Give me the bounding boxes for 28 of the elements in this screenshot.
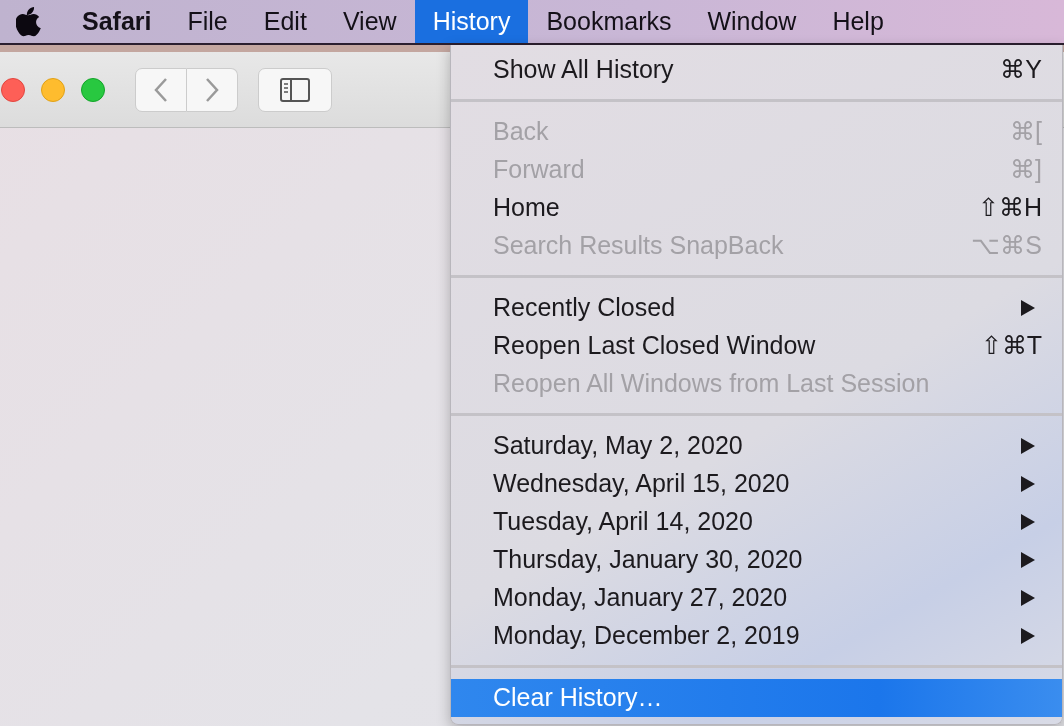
close-button[interactable]: [1, 77, 25, 102]
minimize-button[interactable]: [41, 77, 65, 102]
menu-item[interactable]: Clear History…: [451, 679, 1062, 717]
sidebar-button[interactable]: [258, 67, 332, 112]
back-button[interactable]: [135, 67, 187, 112]
apple-logo-icon[interactable]: [16, 6, 42, 37]
menu-item[interactable]: Home ⇧⌘H: [451, 189, 1062, 227]
sidebar-icon: [280, 77, 310, 102]
menu-bar-item[interactable]: Edit: [245, 0, 325, 43]
menu-bar-item[interactable]: File: [169, 0, 246, 43]
forward-button[interactable]: [187, 67, 238, 112]
menu-bar-item[interactable]: Window: [689, 0, 815, 43]
chevron-right-icon: [204, 76, 220, 103]
menu-item[interactable]: Wednesday, April 15, 2020: [451, 465, 1062, 503]
menu-bar-item[interactable]: History: [414, 0, 529, 43]
menu-item[interactable]: Monday, January 27, 2020: [451, 579, 1062, 617]
chevron-left-icon: [153, 76, 169, 103]
menu-bar-item[interactable]: Bookmarks: [528, 0, 690, 43]
app-menu[interactable]: Safari: [64, 0, 170, 43]
menu-item[interactable]: Recently Closed: [451, 289, 1062, 327]
menu-item[interactable]: Saturday, May 2, 2020: [451, 427, 1062, 465]
menu-item[interactable]: Tuesday, April 14, 2020: [451, 503, 1062, 541]
menu-item[interactable]: Monday, December 2, 2019: [451, 617, 1062, 655]
menu-item[interactable]: Reopen Last Closed Window ⇧⌘T: [451, 327, 1062, 365]
zoom-button[interactable]: [81, 77, 105, 102]
menu-bar-item[interactable]: Help: [814, 0, 902, 43]
menu-bar-item[interactable]: View: [324, 0, 415, 43]
menu-item[interactable]: Thursday, January 30, 2020: [451, 541, 1062, 579]
